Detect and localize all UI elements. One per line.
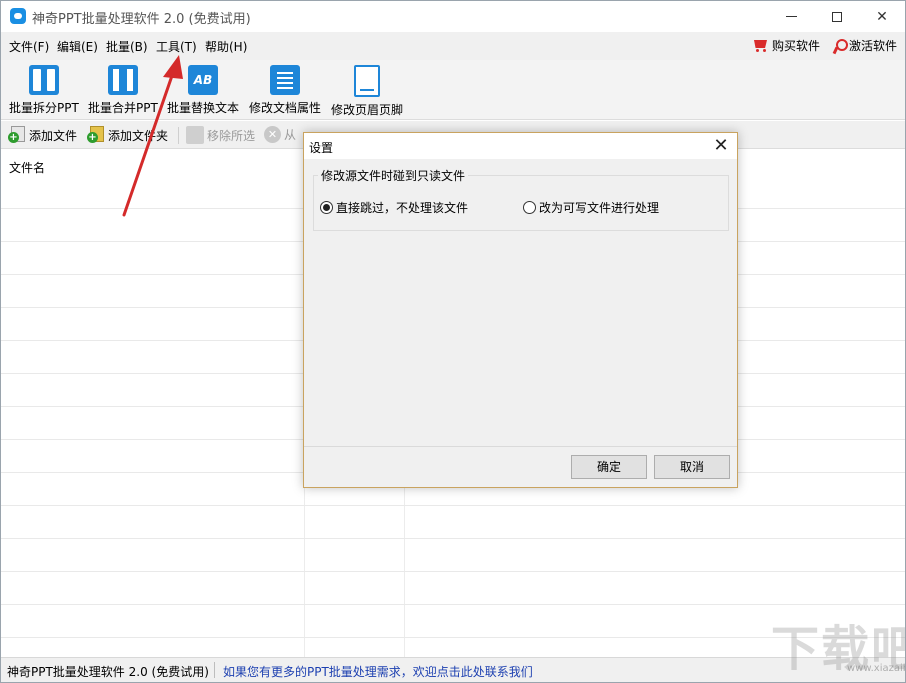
list-icon bbox=[270, 65, 300, 95]
maximize-icon bbox=[832, 11, 842, 22]
status-app-name: 神奇PPT批量处理软件 2.0 (免费试用) bbox=[7, 665, 209, 679]
column-filename[interactable]: 文件名 bbox=[9, 159, 45, 176]
skip-radio[interactable]: 直接跳过，不处理该文件 bbox=[320, 199, 468, 216]
dialog-divider bbox=[304, 446, 737, 447]
activate-software-label: 激活软件 bbox=[849, 39, 898, 53]
window-title: 神奇PPT批量处理软件 2.0 (免费试用) bbox=[32, 12, 251, 27]
minimize-button[interactable] bbox=[768, 1, 814, 32]
radio-checked-icon bbox=[320, 201, 333, 214]
radio-unchecked-icon bbox=[523, 201, 536, 214]
key-icon bbox=[832, 38, 848, 54]
dialog-title: 设置 bbox=[309, 141, 334, 155]
readonly-group-label: 修改源文件时碰到只读文件 bbox=[318, 167, 469, 184]
ok-button[interactable]: 确定 bbox=[571, 455, 647, 479]
header-footer-button[interactable]: 修改页眉页脚 bbox=[331, 65, 403, 118]
cancel-button[interactable]: 取消 bbox=[654, 455, 730, 479]
maximize-button[interactable] bbox=[814, 1, 860, 32]
app-logo-icon bbox=[10, 8, 26, 24]
remove-selected-button[interactable]: 移除所选 bbox=[186, 126, 255, 144]
minimize-icon bbox=[785, 16, 797, 17]
menu-help[interactable]: 帮助(H) bbox=[205, 38, 247, 55]
watermark-url: www.xiazaiba.com bbox=[847, 663, 905, 674]
skip-radio-label: 直接跳过，不处理该文件 bbox=[336, 201, 469, 215]
status-separator bbox=[214, 662, 215, 678]
annotation-arrow bbox=[122, 55, 183, 217]
shopping-cart-icon bbox=[751, 38, 769, 53]
doc-properties-button[interactable]: 修改文档属性 bbox=[249, 65, 321, 116]
remove-selected-label: 移除所选 bbox=[207, 128, 256, 143]
row-divider bbox=[1, 538, 905, 539]
remove-from-label: 从 bbox=[284, 128, 297, 142]
contact-link[interactable]: 如果您有更多的PPT批量处理需求，欢迎点击此处联系我们 bbox=[223, 663, 533, 680]
buy-software-label: 购买软件 bbox=[772, 39, 821, 53]
add-file-icon bbox=[8, 126, 26, 144]
dialog-close-button[interactable]: ✕ bbox=[707, 135, 735, 157]
close-button[interactable]: ✕ bbox=[859, 1, 905, 32]
row-divider bbox=[1, 571, 905, 572]
circle-x-icon: ✕ bbox=[264, 126, 281, 143]
add-file-button[interactable]: 添加文件 bbox=[8, 126, 77, 144]
add-file-label: 添加文件 bbox=[29, 128, 78, 143]
writable-radio-label: 改为可写文件进行处理 bbox=[539, 201, 660, 215]
close-icon: ✕ bbox=[876, 8, 888, 25]
settings-dialog: 设置 ✕ 修改源文件时碰到只读文件 直接跳过，不处理该文件 改为可写文件进行处理… bbox=[303, 132, 738, 488]
split-ppt-label: 批量拆分PPT bbox=[9, 101, 79, 115]
menu-edit[interactable]: 编辑(E) bbox=[57, 38, 98, 55]
document-icon bbox=[354, 65, 380, 97]
writable-radio[interactable]: 改为可写文件进行处理 bbox=[523, 199, 659, 216]
remove-from-button[interactable]: ✕ 从 bbox=[264, 126, 296, 143]
split-icon bbox=[28, 65, 59, 95]
row-divider bbox=[1, 637, 905, 638]
buy-software-button[interactable]: 购买软件 bbox=[751, 37, 820, 54]
dialog-title-bar: 设置 ✕ bbox=[304, 133, 737, 159]
app-window: 神奇PPT批量处理软件 2.0 (免费试用) ✕ 文件(F) 编辑(E) 批量(… bbox=[0, 0, 906, 683]
activate-software-button[interactable]: 激活软件 bbox=[832, 37, 897, 54]
row-divider bbox=[1, 604, 905, 605]
header-footer-label: 修改页眉页脚 bbox=[331, 103, 404, 117]
row-divider bbox=[1, 505, 905, 506]
split-ppt-button[interactable]: 批量拆分PPT bbox=[9, 65, 79, 116]
title-bar: 神奇PPT批量处理软件 2.0 (免费试用) ✕ bbox=[1, 1, 905, 32]
doc-properties-label: 修改文档属性 bbox=[249, 101, 322, 115]
status-bar: 神奇PPT批量处理软件 2.0 (免费试用) 如果您有更多的PPT批量处理需求，… bbox=[1, 657, 905, 682]
add-folder-icon bbox=[87, 126, 105, 144]
menu-file[interactable]: 文件(F) bbox=[9, 38, 49, 55]
